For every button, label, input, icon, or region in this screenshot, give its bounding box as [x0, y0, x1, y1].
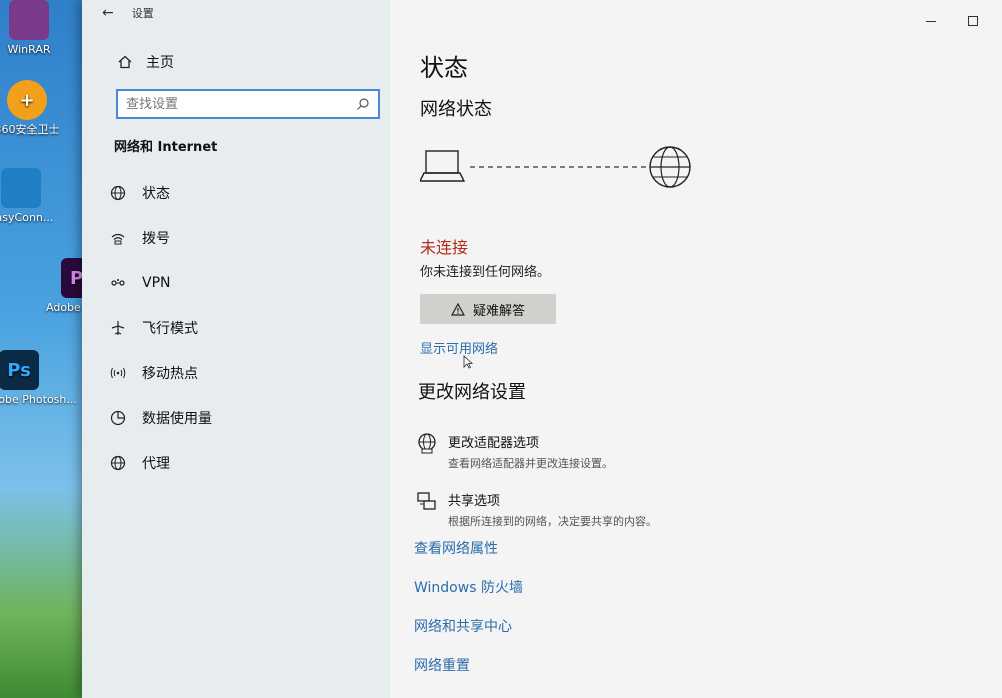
sidebar-item-airplane[interactable]: 飞行模式 — [108, 305, 378, 350]
maximize-icon — [968, 16, 978, 26]
desktop-icon-label: Adobe Photosh... — [0, 393, 77, 406]
sidebar-nav: 状态 拨号 VPN 飞行模式 移动热点 数据使用量 代理 — [108, 170, 378, 485]
maximize-button[interactable] — [966, 14, 980, 28]
network-diagram — [420, 146, 691, 188]
home-label: 主页 — [146, 55, 174, 71]
desktop-icon-label: EasyConn... — [0, 211, 54, 224]
troubleshoot-label: 疑难解答 — [472, 303, 525, 319]
minimize-button[interactable] — [924, 14, 938, 28]
laptop-icon — [420, 150, 466, 182]
desktop-icon-label: 360安全卫士 — [0, 123, 60, 136]
window-controls — [924, 14, 980, 28]
network-sharing-center-link[interactable]: 网络和共享中心 — [414, 616, 512, 636]
connection-status-desc: 你未连接到任何网络。 — [420, 265, 551, 280]
home-link[interactable]: 主页 — [118, 52, 174, 72]
warning-icon — [450, 302, 465, 316]
minimize-icon — [926, 20, 936, 22]
option-desc: 查看网络适配器并更改连接设置。 — [448, 457, 613, 470]
back-arrow-icon[interactable]: ← — [102, 5, 114, 21]
sidebar-item-dialup[interactable]: 拨号 — [108, 215, 378, 260]
sidebar-item-data-usage[interactable]: 数据使用量 — [108, 395, 378, 440]
360-safe-icon: + — [7, 80, 47, 120]
hotspot-icon — [110, 367, 126, 378]
desktop-icon-easyconnect[interactable]: EasyConn... — [0, 168, 56, 224]
sidebar-item-label: 移动热点 — [142, 365, 198, 382]
connection-status-title: 未连接 — [420, 238, 469, 257]
option-title: 更改适配器选项 — [448, 436, 540, 451]
settings-window: ← 设置 主页 网络和 Internet 状态 拨号 VPN — [82, 0, 1002, 698]
change-settings-heading: 更改网络设置 — [418, 382, 526, 403]
proxy-globe-icon — [110, 455, 126, 470]
photoshop-icon: Ps — [0, 350, 39, 390]
search-input[interactable] — [126, 96, 356, 112]
troubleshoot-button[interactable]: 疑难解答 — [420, 294, 556, 324]
sharing-options-item[interactable]: 共享选项 根据所连接到的网络，决定要共享的内容。 — [416, 490, 657, 529]
sidebar-item-proxy[interactable]: 代理 — [108, 440, 378, 485]
windows-firewall-link[interactable]: Windows 防火墙 — [414, 577, 523, 597]
home-icon — [118, 55, 132, 69]
desktop-icon-label: WinRAR — [7, 43, 51, 56]
show-available-networks-link[interactable]: 显示可用网络 — [420, 338, 498, 357]
mouse-cursor-icon — [463, 355, 473, 369]
adapter-icon — [418, 433, 436, 454]
sidebar-item-vpn[interactable]: VPN — [108, 260, 378, 305]
view-network-properties-link[interactable]: 查看网络属性 — [414, 538, 498, 558]
sidebar-item-label: 代理 — [142, 455, 170, 472]
option-desc: 根据所连接到的网络，决定要共享的内容。 — [448, 515, 657, 528]
winrar-icon — [9, 0, 49, 40]
search-box[interactable] — [116, 89, 380, 119]
page-title: 状态 — [420, 54, 468, 82]
option-title: 共享选项 — [448, 494, 501, 509]
dialup-icon — [111, 233, 125, 244]
vpn-icon — [111, 278, 125, 286]
main-content: 状态 网络状态 未连接 你未连接到任何网络。 疑难解答 显示可用网络 更改网络设… — [390, 0, 1002, 698]
sidebar-item-status[interactable]: 状态 — [108, 170, 378, 215]
internet-globe-icon — [649, 146, 691, 188]
section-title: 网络和 Internet — [114, 140, 218, 155]
sidebar-item-label: 状态 — [142, 185, 170, 202]
sidebar-item-label: 拨号 — [142, 230, 170, 247]
sidebar-item-label: VPN — [142, 274, 171, 291]
status-globe-icon — [110, 185, 126, 200]
network-reset-link[interactable]: 网络重置 — [414, 655, 470, 675]
sidebar-item-hotspot[interactable]: 移动热点 — [108, 350, 378, 395]
titlebar: ← 设置 — [102, 0, 154, 26]
search-icon[interactable] — [356, 97, 370, 111]
desktop-icon-360[interactable]: + 360安全卫士 — [0, 80, 62, 136]
easyconnect-icon — [1, 168, 41, 208]
sidebar-item-label: 飞行模式 — [142, 320, 198, 337]
airplane-icon — [111, 320, 125, 335]
sidebar-item-label: 数据使用量 — [142, 410, 212, 427]
data-usage-icon — [110, 410, 126, 425]
network-status-heading: 网络状态 — [420, 99, 492, 120]
desktop-icon-winrar[interactable]: WinRAR — [0, 0, 64, 56]
adapter-options-item[interactable]: 更改适配器选项 查看网络适配器并更改连接设置。 — [416, 432, 613, 471]
window-title: 设置 — [131, 7, 154, 20]
desktop-icon-photoshop[interactable]: Ps Adobe Photosh... — [0, 350, 77, 406]
sharing-icon — [417, 492, 436, 510]
sidebar: ← 设置 主页 网络和 Internet 状态 拨号 VPN — [82, 0, 390, 698]
